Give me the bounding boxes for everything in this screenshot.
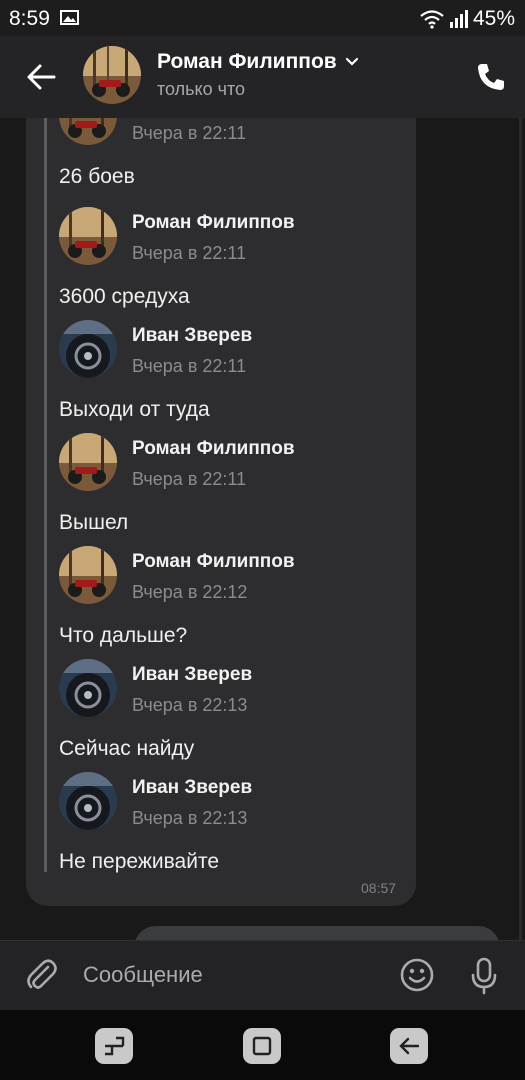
author-name: Роман Филиппов — [132, 551, 295, 572]
paperclip-icon[interactable] — [24, 957, 58, 993]
signal-icon — [449, 10, 468, 28]
message-input[interactable]: Сообщение — [83, 962, 203, 988]
author-name: Иван Зверев — [132, 777, 253, 798]
chat-area[interactable]: Вчера в 22:11 26 боев Роман Филиппов Вче… — [0, 118, 525, 940]
message-text: Вышел — [59, 511, 129, 534]
message-date: Вчера в 22:13 — [132, 695, 248, 715]
message-date: Вчера в 22:11 — [132, 469, 247, 489]
message-text: Сейчас найду — [59, 737, 195, 760]
back-icon[interactable] — [390, 1028, 428, 1064]
author-avatar — [59, 320, 117, 378]
message-date: Вчера в 22:12 — [132, 582, 248, 602]
author-name: Роман Филиппов — [132, 438, 295, 459]
contact-name: Роман Филиппов — [157, 50, 337, 73]
message-date: Вчера в 22:11 — [132, 123, 247, 143]
chat-header: Роман Филиппов только что — [0, 36, 525, 119]
message-text: Что дальше? — [59, 624, 188, 647]
status-bar: 8:59 45% — [0, 0, 525, 36]
author-name: Иван Зверев — [132, 325, 253, 346]
phone-icon[interactable] — [474, 60, 508, 94]
battery-level: 45% — [472, 7, 515, 30]
contact-status: только что — [157, 79, 246, 99]
wifi-icon — [420, 10, 444, 29]
status-time: 8:59 — [9, 7, 50, 30]
author-name: Роман Филиппов — [132, 212, 295, 233]
message-text: 3600 средуха — [59, 285, 190, 308]
chevron-down-icon — [345, 57, 358, 66]
forward-line — [44, 118, 47, 872]
recent-apps-icon[interactable] — [95, 1028, 133, 1064]
message-text: 26 боев — [59, 165, 135, 188]
gallery-notification-icon — [60, 10, 79, 25]
microphone-icon[interactable] — [470, 957, 498, 995]
message-date: Вчера в 22:11 — [132, 243, 247, 263]
author-avatar — [59, 546, 117, 604]
contact-avatar[interactable] — [83, 46, 141, 104]
message-date: Вчера в 22:13 — [132, 808, 248, 828]
smile-icon[interactable] — [399, 957, 435, 993]
message-text: Не переживайте — [59, 850, 220, 873]
arrow-left-icon[interactable] — [24, 60, 58, 94]
author-avatar — [59, 772, 117, 830]
author-name: Иван Зверев — [132, 664, 253, 685]
author-avatar — [59, 207, 117, 265]
message-text: Выходи от туда — [59, 398, 210, 421]
system-nav-bar — [0, 1010, 525, 1080]
contact-name-dropdown[interactable]: Роман Филиппов — [157, 50, 359, 74]
message-date: Вчера в 22:11 — [132, 356, 247, 376]
author-avatar — [59, 659, 117, 717]
home-icon[interactable] — [243, 1028, 281, 1064]
scrollbar[interactable] — [519, 118, 522, 940]
bubble-timestamp: 08:57 — [361, 880, 397, 896]
next-message-bubble[interactable] — [134, 926, 500, 940]
status-right: 45% — [419, 7, 515, 31]
message-composer: Сообщение — [0, 940, 525, 1011]
author-avatar — [59, 433, 117, 491]
